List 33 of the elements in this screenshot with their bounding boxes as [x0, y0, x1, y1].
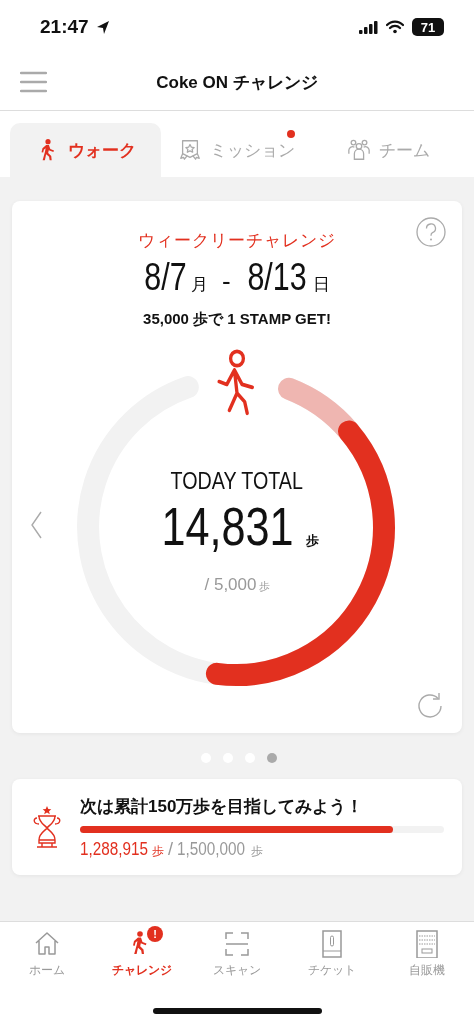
start-date: 8/7 — [144, 256, 187, 299]
nav-tab[interactable]: チケット — [284, 930, 380, 979]
tab[interactable]: ウォーク — [10, 123, 162, 177]
step-unit: 歩 — [152, 842, 165, 860]
badge-star-icon — [178, 138, 203, 162]
challenge-heading: ウィークリーチャレンジ — [138, 230, 336, 252]
tab[interactable]: ミッション — [161, 123, 313, 177]
alert-badge: ! — [147, 926, 164, 942]
weekday: 月 — [191, 274, 209, 296]
signal-icon — [359, 20, 378, 34]
wifi-icon — [386, 20, 404, 34]
milestone-message: 次は累計150万歩を目指してみよう！ — [80, 795, 365, 818]
current-steps: 1,288,915 — [80, 838, 149, 860]
battery-level: 71 — [412, 18, 444, 36]
chevron-left-icon[interactable] — [30, 511, 43, 539]
target-steps: 1,500,000 — [177, 838, 246, 860]
clock-time: 21:47 — [40, 16, 89, 38]
screen-title: Coke ON チャレンジ — [156, 71, 318, 94]
tab[interactable]: チーム — [312, 123, 464, 177]
nav-tab[interactable]: 自販機 — [379, 930, 474, 979]
nav-tab[interactable]: スキャン — [189, 930, 285, 979]
weekday: 日 — [312, 274, 330, 296]
scan-icon — [223, 930, 251, 958]
step-unit: 歩 — [251, 842, 264, 860]
date-separator: - — [222, 266, 231, 297]
goal-text: 35,000 歩で 1 STAMP GET! — [143, 310, 331, 329]
people-icon — [346, 138, 371, 162]
page-dot[interactable] — [267, 753, 277, 763]
menu-icon[interactable] — [20, 71, 47, 93]
nav-tab[interactable]: ホーム — [0, 930, 95, 979]
end-date: 8/13 — [247, 256, 307, 299]
slash: / — [168, 838, 174, 860]
help-icon[interactable] — [416, 217, 446, 247]
